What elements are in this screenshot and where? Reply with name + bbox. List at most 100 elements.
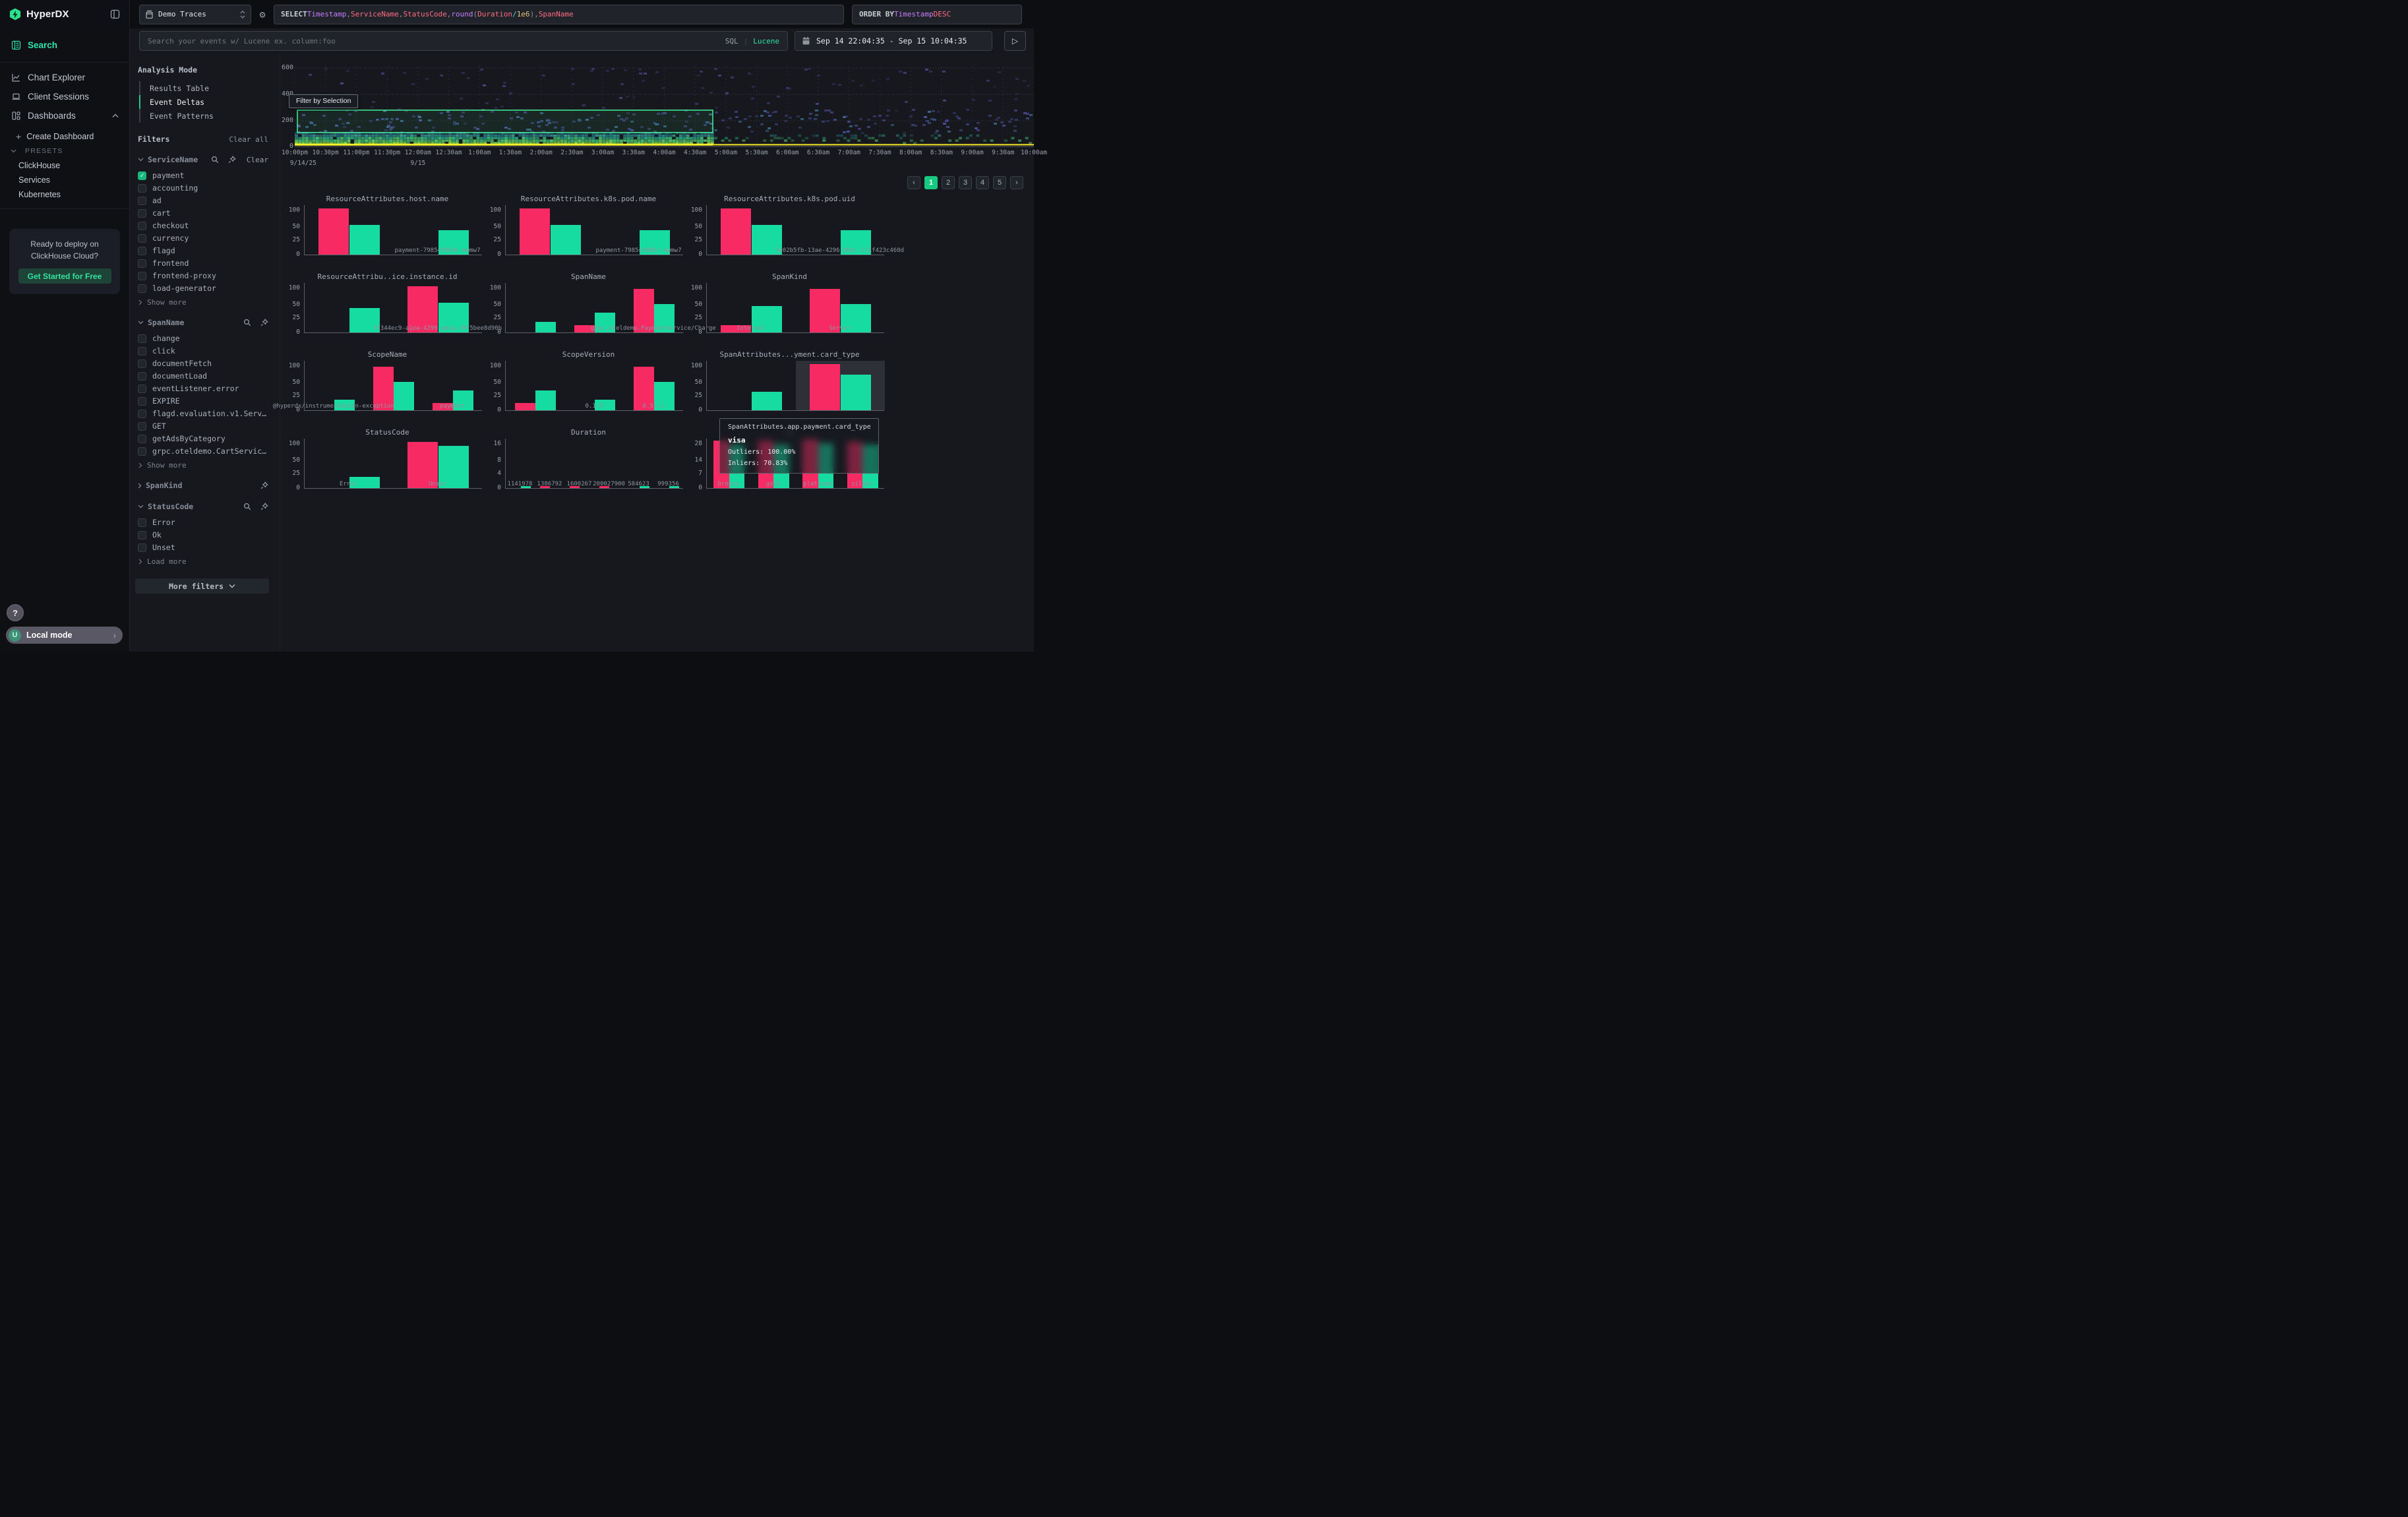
search-icon[interactable] [243, 319, 251, 326]
get-started-button[interactable]: Get Started for Free [18, 268, 111, 284]
filter-option-load-generator[interactable]: load-generator [138, 282, 268, 294]
checkbox[interactable] [138, 385, 146, 393]
settings-gear-icon[interactable]: ⚙ [256, 9, 268, 20]
sidebar-item-chart-explorer[interactable]: Chart Explorer [0, 68, 129, 87]
preset-services[interactable]: Services [0, 173, 129, 187]
filter-option-documentfetch[interactable]: documentFetch [138, 357, 268, 369]
sidebar-item-dashboards[interactable]: Dashboards [0, 106, 129, 125]
filter-option-get[interactable]: GET [138, 420, 268, 432]
clear-filter-button[interactable]: Clear [247, 156, 268, 164]
load-more-link[interactable]: Load more [138, 557, 268, 566]
date-range-picker[interactable]: Sep 14 22:04:35 - Sep 15 10:04:35 [795, 31, 992, 51]
checkbox[interactable] [138, 347, 146, 356]
filter-option-accounting[interactable]: accounting [138, 182, 268, 194]
search-icon[interactable] [211, 156, 219, 164]
pagination-page-5[interactable]: 5 [993, 176, 1006, 189]
filter-option-getadsbycategory[interactable]: getAdsByCategory [138, 433, 268, 445]
sql-select-input[interactable]: SELECT Timestamp, ServiceName, StatusCod… [274, 5, 844, 24]
checkbox[interactable] [138, 447, 146, 456]
checkbox[interactable] [138, 435, 146, 443]
preset-clickhouse[interactable]: ClickHouse [0, 158, 129, 173]
help-button[interactable]: ? [7, 604, 24, 621]
pagination-page-3[interactable]: 3 [959, 176, 972, 189]
sidebar-collapse-icon[interactable] [110, 9, 120, 19]
pin-icon[interactable] [260, 503, 268, 511]
checkbox[interactable] [138, 272, 146, 280]
checkbox[interactable] [138, 334, 146, 343]
checkbox[interactable] [138, 184, 146, 193]
presets-toggle[interactable]: PRESETS [0, 144, 129, 158]
analysis-mode-event-patterns[interactable]: Event Patterns [139, 109, 268, 123]
checkbox[interactable] [138, 359, 146, 368]
checkbox[interactable] [138, 284, 146, 293]
checkbox[interactable] [138, 410, 146, 418]
filter-option-frontend-proxy[interactable]: frontend-proxy [138, 270, 268, 282]
checkbox[interactable] [138, 209, 146, 218]
pin-icon[interactable] [260, 319, 268, 326]
show-more-link[interactable]: Show more [138, 461, 268, 470]
pagination-page-2[interactable]: 2 [942, 176, 955, 189]
lang-sql[interactable]: SQL [725, 37, 738, 46]
query-language-toggle[interactable]: SQL | Lucene [725, 37, 779, 46]
sidebar-item-client-sessions[interactable]: Client Sessions [0, 87, 129, 106]
create-dashboard-button[interactable]: + Create Dashboard [0, 129, 129, 144]
filter-section-statuscode[interactable]: StatusCode [138, 501, 268, 512]
search-icon[interactable] [243, 503, 251, 511]
analysis-mode-event-deltas[interactable]: Event Deltas [139, 95, 268, 109]
lang-lucene[interactable]: Lucene [753, 37, 779, 46]
checkbox[interactable] [138, 543, 146, 552]
user-menu[interactable]: U Local mode › [6, 627, 123, 644]
filter-option-grpc-oteldemo-cartservic-[interactable]: grpc.oteldemo.CartServic… [138, 445, 268, 457]
filter-option-ad[interactable]: ad [138, 195, 268, 206]
sidebar-item-search[interactable]: Search [0, 28, 129, 63]
clear-all-button[interactable]: Clear all [229, 135, 268, 144]
checkbox[interactable] [138, 518, 146, 527]
filter-option-expire[interactable]: EXPIRE [138, 395, 268, 407]
analysis-mode-results-table[interactable]: Results Table [139, 81, 268, 95]
filter-option-checkout[interactable]: checkout [138, 220, 268, 232]
checkbox[interactable] [138, 197, 146, 205]
show-more-link[interactable]: Show more [138, 298, 268, 307]
heatmap-plot[interactable] [295, 65, 1034, 147]
filter-option-ok[interactable]: Ok [138, 529, 268, 541]
filter-option-payment[interactable]: ✓payment [138, 170, 268, 181]
filter-section-servicename[interactable]: ServiceNameClear [138, 154, 268, 165]
pin-icon[interactable] [228, 156, 236, 164]
run-query-button[interactable]: ▷ [1004, 31, 1026, 51]
pagination-prev[interactable]: ‹ [907, 176, 920, 189]
checkbox[interactable] [138, 259, 146, 268]
filter-option-currency[interactable]: currency [138, 232, 268, 244]
checkbox[interactable] [138, 397, 146, 406]
checkbox[interactable] [138, 422, 146, 431]
search-input[interactable]: Search your events w/ Lucene ex. column:… [139, 31, 788, 51]
filter-option-frontend[interactable]: frontend [138, 257, 268, 269]
checkbox[interactable] [138, 234, 146, 243]
checkbox[interactable]: ✓ [138, 171, 146, 180]
filter-option-cart[interactable]: cart [138, 207, 268, 219]
pagination-page-4[interactable]: 4 [976, 176, 989, 189]
filter-by-selection-button[interactable]: Filter by Selection [289, 94, 358, 108]
pagination-page-1[interactable]: 1 [924, 176, 938, 189]
filter-option-eventlistener-error[interactable]: eventListener.error [138, 383, 268, 394]
filter-option-flagd-evaluation-v1-serv-[interactable]: flagd.evaluation.v1.Serv… [138, 408, 268, 419]
more-filters-button[interactable]: More filters [135, 578, 269, 594]
checkbox[interactable] [138, 222, 146, 230]
pagination-next[interactable]: › [1010, 176, 1023, 189]
filter-option-error[interactable]: Error [138, 516, 268, 528]
filter-section-spankind[interactable]: SpanKind [138, 480, 268, 491]
source-select[interactable]: Demo Traces [139, 5, 251, 24]
checkbox[interactable] [138, 372, 146, 381]
checkbox[interactable] [138, 247, 146, 255]
order-by-input[interactable]: ORDER BY Timestamp DESC [852, 5, 1022, 24]
checkbox[interactable] [138, 531, 146, 540]
filter-option-flagd[interactable]: flagd [138, 245, 268, 257]
chart-ytick: 25 [485, 236, 501, 243]
delta-chart-scopeversion: ScopeVersion025501000.1.00.51.1 [488, 350, 689, 420]
filter-option-unset[interactable]: Unset [138, 542, 268, 553]
pin-icon[interactable] [260, 481, 268, 489]
filter-option-change[interactable]: change [138, 332, 268, 344]
filter-option-documentload[interactable]: documentLoad [138, 370, 268, 382]
filter-section-spanname[interactable]: SpanName [138, 317, 268, 328]
filter-option-click[interactable]: click [138, 345, 268, 357]
preset-kubernetes[interactable]: Kubernetes [0, 187, 129, 202]
